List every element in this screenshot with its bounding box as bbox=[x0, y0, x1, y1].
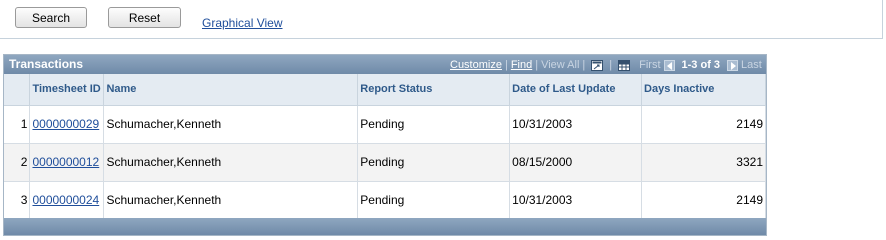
zoom-grid-icon[interactable] bbox=[591, 59, 604, 71]
row-number-header bbox=[4, 74, 31, 106]
timesheet-id-link[interactable]: 0000000029 bbox=[32, 117, 99, 131]
row-number: 3 bbox=[4, 181, 31, 220]
transactions-grid: Transactions Customize | Find | View All… bbox=[3, 54, 767, 236]
column-header[interactable]: Report Status bbox=[357, 74, 511, 106]
column-header[interactable]: Name bbox=[103, 74, 359, 106]
column-header[interactable]: Days Inactive bbox=[641, 74, 766, 106]
customize-link[interactable]: Customize bbox=[450, 59, 502, 71]
days-inactive-cell: 2149 bbox=[641, 181, 766, 220]
nav-separator: | bbox=[582, 59, 586, 71]
find-link[interactable]: Find bbox=[511, 59, 532, 71]
row-number: 2 bbox=[4, 143, 31, 182]
prev-arrow-icon bbox=[663, 59, 675, 71]
table-row: 2 0000000012 Schumacher,Kenneth Pending … bbox=[4, 143, 766, 182]
row-number: 1 bbox=[4, 105, 31, 144]
days-inactive-cell: 2149 bbox=[641, 105, 766, 144]
report-status-cell: Pending bbox=[357, 105, 511, 144]
name-cell: Schumacher,Kenneth bbox=[103, 181, 359, 220]
timesheet-id-cell: 0000000012 bbox=[29, 143, 105, 182]
last-update-cell: 10/31/2003 bbox=[509, 181, 643, 220]
report-status-cell: Pending bbox=[357, 181, 511, 220]
download-grid-icon[interactable] bbox=[618, 59, 631, 71]
search-button[interactable]: Search bbox=[15, 7, 87, 28]
column-header[interactable]: Date of Last Update bbox=[509, 74, 643, 106]
graphical-view-link[interactable]: Graphical View bbox=[202, 16, 282, 30]
last-update-cell: 10/31/2003 bbox=[509, 105, 643, 144]
grid-navigation: Customize | Find | View All | | First 1-… bbox=[450, 59, 762, 71]
report-status-cell: Pending bbox=[357, 143, 511, 182]
first-label: First bbox=[639, 59, 661, 71]
nav-separator: | bbox=[504, 59, 508, 71]
timesheet-id-link[interactable]: 0000000024 bbox=[32, 193, 99, 207]
timesheet-id-link[interactable]: 0000000012 bbox=[32, 155, 99, 169]
last-label: Last bbox=[741, 59, 762, 71]
row-count: 1-3 of 3 bbox=[681, 59, 721, 71]
timesheet-id-cell: 0000000024 bbox=[29, 181, 105, 220]
grid-header-bar: Transactions Customize | Find | View All… bbox=[4, 55, 766, 74]
name-cell: Schumacher,Kenneth bbox=[103, 143, 359, 182]
grid-footer-bar bbox=[4, 218, 766, 235]
nav-separator: | bbox=[609, 59, 613, 71]
timesheet-id-cell: 0000000029 bbox=[29, 105, 105, 144]
reset-button[interactable]: Reset bbox=[108, 7, 181, 28]
table-row: 1 0000000029 Schumacher,Kenneth Pending … bbox=[4, 105, 766, 144]
column-header[interactable]: Timesheet ID bbox=[29, 74, 105, 106]
table-header-row: Timesheet ID Name Report Status Date of … bbox=[4, 74, 766, 106]
days-inactive-cell: 3321 bbox=[641, 143, 766, 182]
search-toolbar-area: Search Reset Graphical View bbox=[0, 0, 883, 39]
next-arrow-icon bbox=[727, 59, 739, 71]
view-all-link: View All bbox=[541, 59, 580, 71]
last-update-cell: 08/15/2000 bbox=[509, 143, 643, 182]
grid-title: Transactions bbox=[9, 57, 84, 71]
name-cell: Schumacher,Kenneth bbox=[103, 105, 359, 144]
transactions-table: Timesheet ID Name Report Status Date of … bbox=[4, 74, 766, 220]
table-row: 3 0000000024 Schumacher,Kenneth Pending … bbox=[4, 181, 766, 220]
nav-separator: | bbox=[535, 59, 539, 71]
